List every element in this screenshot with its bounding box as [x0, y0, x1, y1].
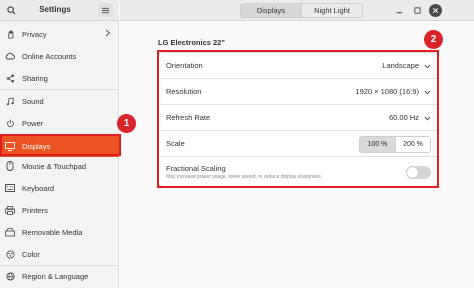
sidebar-title: Settings [39, 5, 71, 14]
sidebar-item-region-language[interactable]: Region & Language [0, 265, 119, 287]
sidebar-item-removable-media[interactable]: Removable Media [0, 221, 119, 243]
maximize-icon [414, 7, 421, 14]
view-switcher: Displays Night Light [240, 3, 363, 18]
globe-icon [5, 271, 15, 281]
sidebar-item-label: Color [22, 249, 40, 259]
sidebar-item-label: Printers [22, 205, 48, 215]
annotation-badge-2: 2 [424, 30, 443, 49]
minimize-button[interactable] [393, 4, 406, 17]
hamburger-menu-button[interactable] [98, 3, 113, 17]
highlight-box-settings-panel [157, 50, 439, 188]
media-icon [5, 227, 15, 237]
sidebar-item-label: Power [22, 118, 44, 128]
annotation-badge-1: 1 [117, 114, 136, 133]
sidebar-item-sound[interactable]: Sound [0, 90, 119, 112]
monitor-name: LG Electronics 22" [158, 38, 225, 47]
tab-displays[interactable]: Displays [241, 4, 301, 17]
header-bar: Displays Night Light [120, 0, 474, 21]
sidebar-item-label: Keyboard [22, 183, 55, 193]
sidebar-item-label: Sound [22, 96, 44, 106]
sidebar-item-power[interactable]: Power [0, 112, 119, 134]
keyboard-icon [5, 183, 15, 193]
sidebar-item-label: Privacy [22, 29, 47, 39]
sidebar-item-mouse-touchpad[interactable]: Mouse & Touchpad [0, 155, 119, 177]
sidebar-item-keyboard[interactable]: Keyboard [0, 177, 119, 199]
mouse-icon [5, 161, 15, 171]
sidebar-item-privacy[interactable]: Privacy [0, 23, 119, 45]
sidebar-item-label: Sharing [22, 73, 48, 83]
printer-icon [5, 205, 15, 215]
sidebar-item-printers[interactable]: Printers [0, 199, 119, 221]
sidebar-item-label: Online Accounts [22, 51, 77, 61]
close-icon [432, 7, 439, 14]
search-button[interactable] [3, 4, 19, 17]
share-icon [5, 73, 15, 83]
minimize-icon [396, 12, 403, 14]
music-note-icon [5, 96, 15, 106]
cloud-icon [5, 51, 15, 61]
hand-icon [5, 29, 15, 39]
chevron-right-icon [105, 29, 111, 39]
sidebar-item-color[interactable]: Color [0, 243, 119, 265]
sidebar-header: Settings [0, 0, 119, 21]
sidebar-item-online-accounts[interactable]: Online Accounts [0, 45, 119, 67]
maximize-button[interactable] [411, 4, 424, 17]
power-icon [5, 118, 15, 128]
sidebar-item-label: Region & Language [22, 271, 89, 281]
sidebar-item-sharing[interactable]: Sharing [0, 67, 119, 89]
color-icon [5, 249, 15, 259]
search-icon [6, 6, 16, 15]
highlight-box-displays [0, 134, 121, 156]
tab-night-light[interactable]: Night Light [301, 4, 362, 17]
close-button[interactable] [429, 4, 442, 17]
sidebar-item-label: Mouse & Touchpad [22, 161, 87, 171]
hamburger-icon [102, 7, 109, 13]
sidebar-item-label: Removable Media [22, 227, 83, 237]
